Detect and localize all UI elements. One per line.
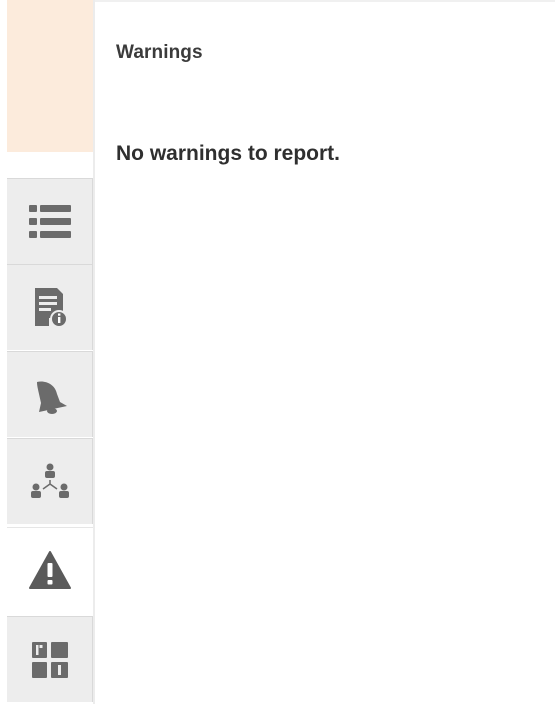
list-icon	[27, 199, 73, 245]
panel-title: Warnings	[116, 42, 203, 63]
tab-list[interactable]	[7, 178, 93, 264]
tab-layout[interactable]	[7, 616, 93, 702]
side-rail	[0, 0, 95, 704]
warnings-panel: Warnings No warnings to report.	[95, 0, 555, 704]
tab-warnings[interactable]	[7, 527, 93, 613]
layout-tiles-icon	[27, 637, 73, 683]
warning-icon	[27, 548, 73, 594]
rail-header-area	[7, 0, 93, 152]
empty-state-message: No warnings to report.	[116, 142, 341, 165]
bell-icon	[27, 372, 73, 418]
hierarchy-icon	[27, 459, 73, 505]
tab-hierarchy[interactable]	[7, 438, 93, 524]
tab-details[interactable]	[7, 264, 93, 350]
document-info-icon	[27, 285, 73, 331]
tab-notifications[interactable]	[7, 351, 93, 437]
